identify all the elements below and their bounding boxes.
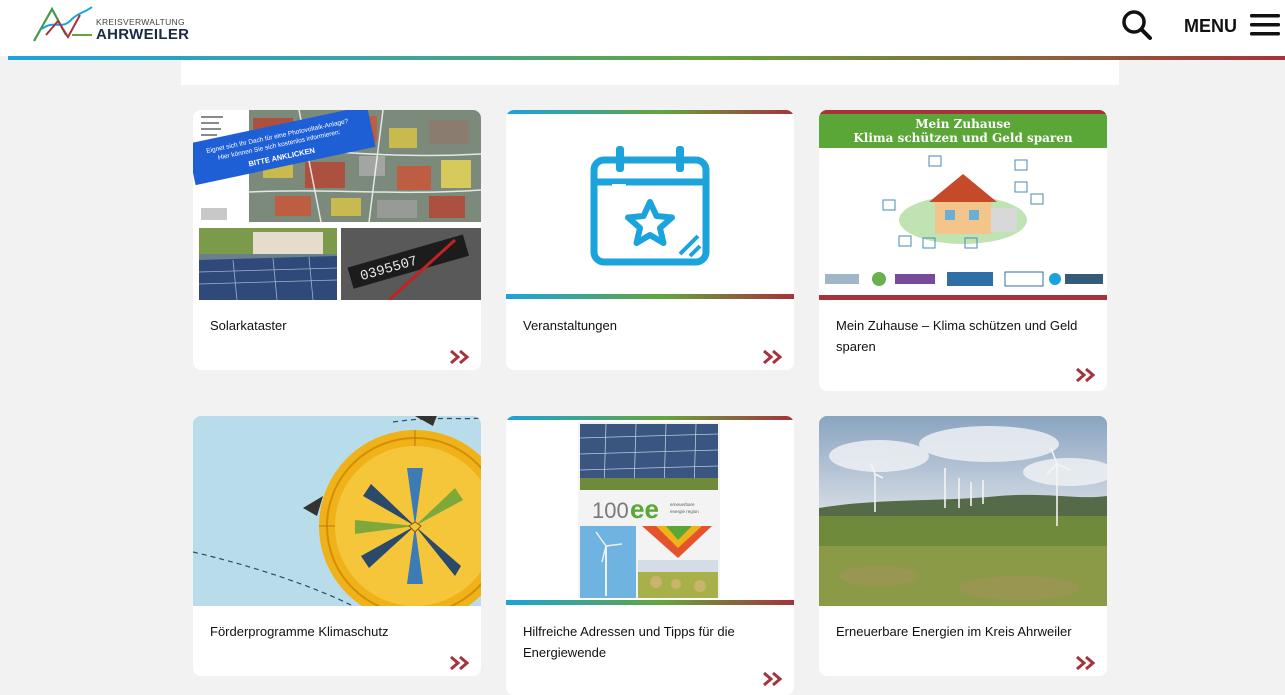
search-icon: [1122, 10, 1152, 40]
ee-logo-number: 100: [592, 498, 629, 523]
teaser-card-hilfreiche-adressen[interactable]: 100 ee erneuerbare energie region Hilfre…: [506, 416, 794, 695]
ee-logo-sub1: erneuerbare: [670, 502, 695, 507]
double-chevron-right-icon[interactable]: [1075, 367, 1097, 383]
ee-logo-letters: ee: [630, 494, 659, 524]
card-bottom-gradient-line: [506, 600, 794, 605]
menu-label: MENU: [1184, 16, 1237, 36]
card-image-foerderprogramme: [193, 416, 481, 606]
card-top-gradient-line: [506, 110, 794, 114]
teaser-card-veranstaltungen[interactable]: Veranstaltungen: [506, 110, 794, 370]
ee-logo-sub2: energie region: [670, 509, 699, 514]
search-button[interactable]: [1120, 8, 1156, 42]
calendar-star-icon: [590, 146, 710, 266]
zuhause-banner-line1: Mein Zuhause: [915, 117, 1011, 131]
compass-icon: [193, 416, 481, 606]
double-chevron-right-icon[interactable]: [762, 349, 784, 365]
logo-text-bottom: AHRWEILER: [96, 26, 190, 43]
double-chevron-right-icon[interactable]: [1075, 655, 1097, 671]
card-title: Erneuerbare Energien im Kreis Ahrweiler: [836, 624, 1072, 639]
site-logo[interactable]: KREISVERWALTUNG AHRWEILER: [32, 5, 189, 45]
card-image-hilfreiche-adressen: 100 ee erneuerbare energie region: [506, 416, 794, 606]
card-title: Veranstaltungen: [523, 318, 617, 333]
card-title: Solarkataster: [210, 318, 287, 333]
card-image-mein-zuhause: Mein Zuhause Klima schützen und Geld spa…: [819, 110, 1107, 300]
teaser-card-solarkataster[interactable]: Eignet sich Ihr Dach für eine Photovolta…: [193, 110, 481, 370]
card-image-solarkataster: Eignet sich Ihr Dach für eine Photovolta…: [193, 110, 481, 300]
teaser-card-mein-zuhause[interactable]: Mein Zuhause Klima schützen und Geld spa…: [819, 110, 1107, 391]
double-chevron-right-icon[interactable]: [762, 671, 784, 687]
logo-mark-icon: [33, 6, 93, 42]
double-chevron-right-icon[interactable]: [449, 349, 471, 365]
menu-button[interactable]: MENU: [1184, 10, 1284, 40]
card-image-erneuerbare-energien: [819, 416, 1107, 606]
card-bottom-gradient-line: [506, 294, 794, 299]
teaser-card-erneuerbare-energien[interactable]: Erneuerbare Energien im Kreis Ahrweiler: [819, 416, 1107, 676]
card-image-veranstaltungen: [506, 110, 794, 300]
card-title: Mein Zuhause – Klima schützen und Geld s…: [836, 318, 1078, 354]
site-header: KREISVERWALTUNG AHRWEILER MENU: [0, 0, 1285, 56]
teaser-card-foerderprogramme[interactable]: Förderprogramme Klimaschutz: [193, 416, 481, 676]
content-area-top: [181, 60, 1119, 85]
hamburger-icon: [1250, 14, 1280, 36]
card-title: Hilfreiche Adressen und Tipps für die En…: [523, 624, 735, 660]
card-title: Förderprogramme Klimaschutz: [210, 624, 389, 639]
double-chevron-right-icon[interactable]: [449, 655, 471, 671]
zuhause-banner-line2: Klima schützen und Geld sparen: [853, 131, 1073, 145]
